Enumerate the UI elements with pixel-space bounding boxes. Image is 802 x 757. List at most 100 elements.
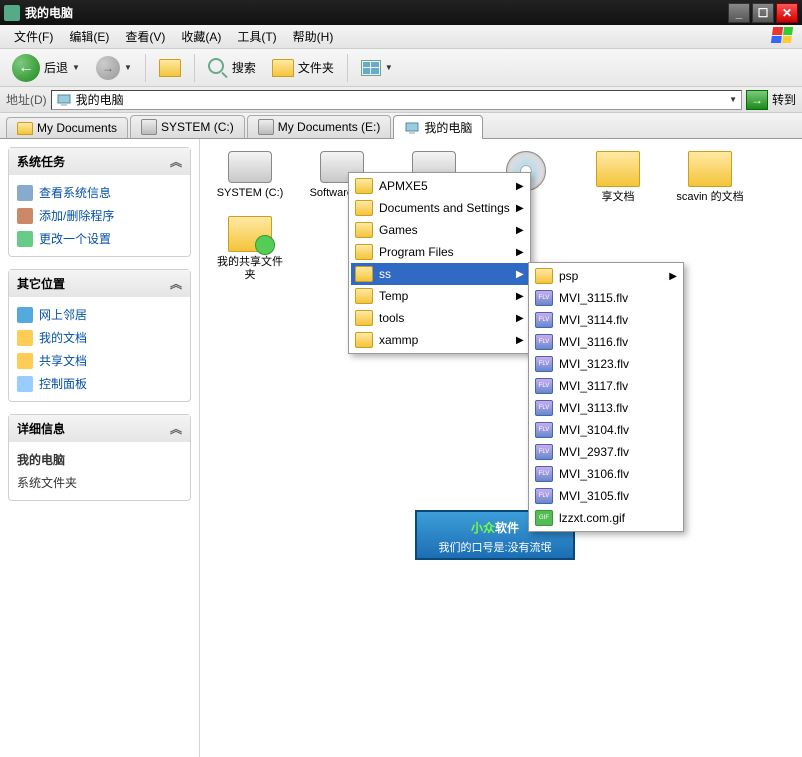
tab-label: My Documents (E:) [278, 120, 381, 134]
folder-icon [17, 122, 33, 135]
go-label: 转到 [772, 91, 796, 108]
menu-edit[interactable]: 编辑(E) [61, 25, 117, 48]
menu-item[interactable]: Temp▶ [351, 285, 528, 307]
folders-button[interactable]: 文件夹 [266, 57, 340, 79]
menu-item-label: MVI_3123.flv [559, 357, 629, 371]
file-label: SYSTEM (C:) [217, 187, 284, 200]
menu-item[interactable]: APMXE5▶ [351, 175, 528, 197]
flv-file-icon: FLV [535, 334, 553, 350]
menu-file[interactable]: 文件(F) [6, 25, 61, 48]
address-value: 我的电脑 [76, 91, 124, 108]
task-panel: 系统任务 ︽ 查看系统信息添加/删除程序更改一个设置 其它位置 ︽ 网上邻居我的… [0, 139, 200, 757]
tab-----[interactable]: 我的电脑 [393, 115, 483, 139]
submenu-arrow-icon: ▶ [516, 335, 524, 346]
menu-item-label: MVI_3115.flv [559, 291, 628, 305]
chevron-down-icon[interactable]: ▼ [729, 95, 737, 104]
menu-view[interactable]: 查看(V) [117, 25, 173, 48]
task-label: 查看系统信息 [39, 184, 111, 201]
system-tasks-header[interactable]: 系统任务 ︽ [9, 148, 190, 175]
place-icon [17, 307, 33, 323]
forward-button[interactable]: → ▼ [90, 54, 138, 82]
folder-popup-submenu: psp▶FLVMVI_3115.flvFLVMVI_3114.flvFLVMVI… [528, 262, 684, 532]
close-button[interactable]: ✕ [776, 3, 798, 23]
flv-file-icon: FLV [535, 400, 553, 416]
other-places-header[interactable]: 其它位置 ︽ [9, 270, 190, 297]
file-item[interactable]: 我的共享文件夹 [210, 214, 290, 284]
place-icon [17, 376, 33, 392]
menu-help[interactable]: 帮助(H) [285, 25, 342, 48]
my-computer-icon [56, 92, 72, 108]
folder-icon [688, 151, 732, 187]
tab-my-documents--e--[interactable]: My Documents (E:) [247, 115, 392, 138]
menu-tools[interactable]: 工具(T) [229, 25, 284, 48]
menu-favorites[interactable]: 收藏(A) [173, 25, 229, 48]
address-bar: 地址(D) 我的电脑 ▼ → 转到 [0, 87, 802, 113]
file-item[interactable]: scavin 的文档 [670, 149, 750, 206]
up-folder-button[interactable] [153, 57, 187, 79]
details-group: 详细信息 ︽ 我的电脑 系统文件夹 [8, 414, 191, 501]
drive-icon [228, 151, 272, 183]
folder-icon [355, 178, 373, 194]
menu-item-label: MVI_3117.flv [559, 379, 628, 393]
file-item[interactable]: 享文档 [578, 149, 658, 206]
menu-item[interactable]: GIFlzzxt.com.gif [531, 507, 681, 529]
flv-file-icon: FLV [535, 488, 553, 504]
address-label: 地址(D) [6, 91, 47, 108]
tab-strip: My DocumentsSYSTEM (C:) My Documents (E:)… [0, 113, 802, 139]
menu-item[interactable]: FLVMVI_3106.flv [531, 463, 681, 485]
menu-item-label: MVI_3106.flv [559, 467, 629, 481]
submenu-arrow-icon: ▶ [516, 269, 524, 280]
search-button[interactable]: 搜索 [202, 56, 262, 80]
submenu-arrow-icon: ▶ [516, 203, 524, 214]
minimize-button[interactable]: _ [728, 3, 750, 23]
menu-item[interactable]: ss▶ [351, 263, 528, 285]
menu-item[interactable]: FLVMVI_3123.flv [531, 353, 681, 375]
go-button[interactable]: → [746, 90, 768, 110]
menu-item[interactable]: Program Files▶ [351, 241, 528, 263]
menu-item[interactable]: FLV MVI_3115.flv [531, 287, 681, 309]
menu-item[interactable]: FLVMVI_3116.flv [531, 331, 681, 353]
menu-item[interactable]: Games▶ [351, 219, 528, 241]
back-button[interactable]: ← 后退 ▼ [6, 52, 86, 84]
menu-item-label: psp [559, 269, 578, 283]
place-link[interactable]: 控制面板 [17, 372, 182, 395]
folder-icon [355, 288, 373, 304]
file-label: scavin 的文档 [676, 191, 743, 204]
place-link[interactable]: 网上邻居 [17, 303, 182, 326]
file-label: 享文档 [602, 191, 635, 204]
shared-folder-icon [228, 216, 272, 252]
search-icon [208, 58, 228, 78]
toolbar: ← 后退 ▼ → ▼ 搜索 文件夹 ▼ [0, 49, 802, 87]
submenu-arrow-icon: ▶ [516, 313, 524, 324]
place-link[interactable]: 我的文档 [17, 326, 182, 349]
menu-item[interactable]: Documents and Settings▶ [351, 197, 528, 219]
task-icon [17, 208, 33, 224]
menu-item[interactable]: psp▶ [531, 265, 681, 287]
menu-item[interactable]: xammp▶ [351, 329, 528, 351]
file-item[interactable]: SYSTEM (C:) [210, 149, 290, 206]
menu-item[interactable]: FLVMVI_3104.flv [531, 419, 681, 441]
menu-item-label: APMXE5 [379, 179, 428, 193]
file-view[interactable]: SYSTEM (C:)▸Software (D:)享文档scavin 的文档我的… [200, 139, 802, 757]
flv-file-icon: FLV [535, 290, 553, 306]
view-mode-button[interactable]: ▼ [355, 58, 399, 78]
tab-system--c--[interactable]: SYSTEM (C:) [130, 115, 245, 138]
submenu-arrow-icon: ▶ [516, 247, 524, 258]
menu-bar: 文件(F) 编辑(E) 查看(V) 收藏(A) 工具(T) 帮助(H) [0, 25, 802, 49]
folders-label: 文件夹 [298, 59, 334, 76]
menu-item[interactable]: FLVMVI_3113.flv [531, 397, 681, 419]
back-arrow-icon: ← [12, 54, 40, 82]
menu-item[interactable]: FLVMVI_3114.flv [531, 309, 681, 331]
place-link[interactable]: 共享文档 [17, 349, 182, 372]
menu-item[interactable]: FLVMVI_2937.flv [531, 441, 681, 463]
task-link[interactable]: 查看系统信息 [17, 181, 182, 204]
menu-item[interactable]: FLVMVI_3105.flv [531, 485, 681, 507]
task-link[interactable]: 更改一个设置 [17, 227, 182, 250]
tab-my-documents[interactable]: My Documents [6, 117, 128, 138]
menu-item[interactable]: tools▶ [351, 307, 528, 329]
details-header[interactable]: 详细信息 ︽ [9, 415, 190, 442]
maximize-button[interactable]: ☐ [752, 3, 774, 23]
menu-item[interactable]: FLVMVI_3117.flv [531, 375, 681, 397]
address-field[interactable]: 我的电脑 ▼ [51, 90, 742, 110]
task-link[interactable]: 添加/删除程序 [17, 204, 182, 227]
